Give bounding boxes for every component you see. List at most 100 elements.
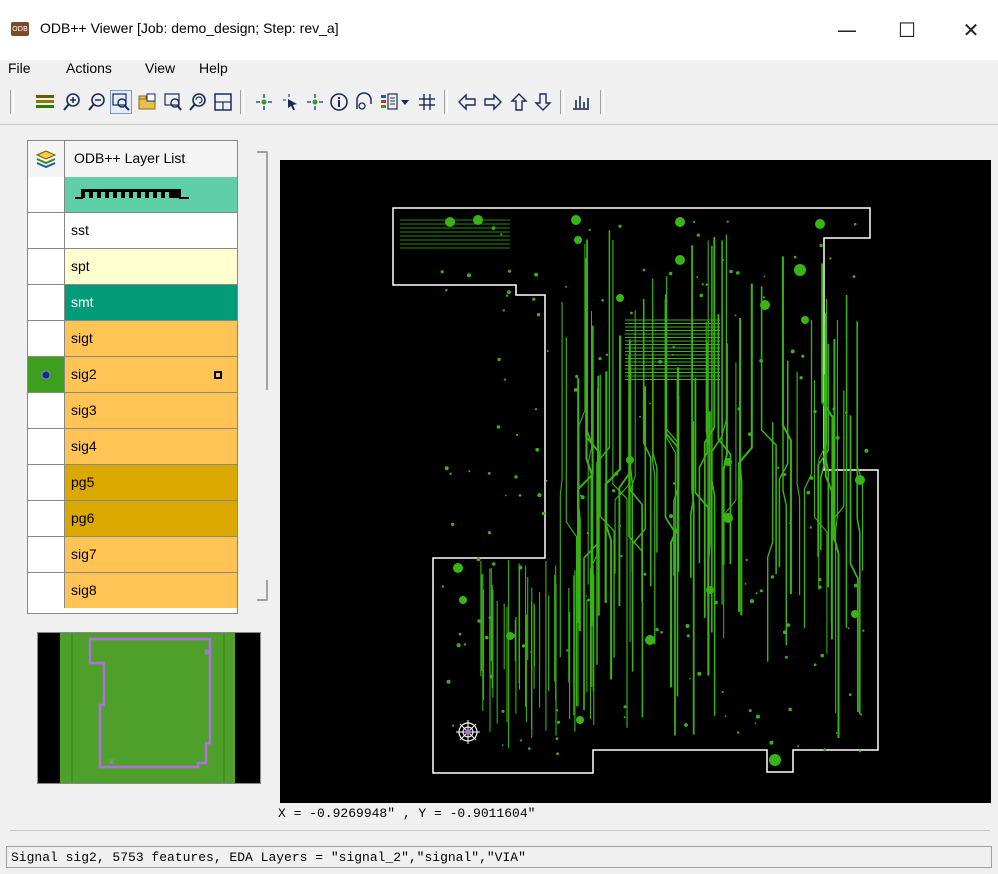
zoom-in-button[interactable] <box>61 90 83 114</box>
display-options-dropdown[interactable] <box>398 90 412 114</box>
minimize-button[interactable]: — <box>824 12 870 48</box>
layer-toggle-cell[interactable] <box>28 393 65 428</box>
layers-button[interactable] <box>34 90 56 114</box>
layer-name: sigt <box>71 330 93 346</box>
layer-color-cell[interactable] <box>65 249 237 284</box>
layer-toggle-cell[interactable] <box>28 429 65 464</box>
layer-row-sig8[interactable]: sig8 <box>28 573 237 609</box>
layer-name: smt <box>71 294 94 310</box>
toolbar-divider <box>0 124 998 125</box>
layer-list-header: ODB++ Layer List <box>28 141 237 178</box>
layer-stack-button[interactable] <box>28 141 65 177</box>
pan-right-icon <box>484 93 502 111</box>
layer-toggle-cell[interactable] <box>28 249 65 284</box>
layer-toggle-cell[interactable] <box>28 573 65 608</box>
title-bar: ODB ODB++ Viewer [Job: demo_design; Step… <box>0 0 998 60</box>
info-icon <box>330 93 348 111</box>
layers-icon <box>36 95 54 108</box>
zoom-window-icon <box>112 93 130 111</box>
layer-toggle-cell[interactable] <box>28 537 65 572</box>
layer-row-sig2[interactable]: sig2 <box>28 357 237 393</box>
net-select-button[interactable] <box>304 90 326 114</box>
overview-outline: ✕ <box>71 633 225 783</box>
component-strip-icon <box>75 189 189 199</box>
layer-list-scrollbar[interactable] <box>255 140 269 612</box>
pointer-select-button[interactable] <box>280 90 302 114</box>
pcb-layout[interactable] <box>280 160 991 803</box>
grid-frame-button[interactable] <box>212 90 234 114</box>
dropdown-arrow-icon <box>401 100 409 105</box>
measure-button[interactable] <box>353 90 375 114</box>
pan-down-button[interactable] <box>532 90 554 114</box>
layer-row-sst[interactable]: sst <box>28 213 237 249</box>
menu-help[interactable]: Help <box>199 60 228 76</box>
zoom-window-button[interactable] <box>110 90 132 114</box>
info-button[interactable] <box>328 90 350 114</box>
pointer-select-icon <box>283 94 297 110</box>
layer-row-pg6[interactable]: pg6 <box>28 501 237 537</box>
layer-options-icon[interactable] <box>214 371 222 379</box>
layer-toggle-cell[interactable] <box>28 321 65 356</box>
layer-toggle-cell[interactable] <box>28 285 65 320</box>
coordinate-readout: X = -0.9269948" , Y = -0.9011604" <box>278 806 536 821</box>
zoom-in-icon <box>63 93 80 111</box>
layer-row-sigt[interactable]: sigt <box>28 321 237 357</box>
pan-up-button[interactable] <box>508 90 530 114</box>
zoom-previous-icon <box>189 93 206 111</box>
scrollbar-track[interactable] <box>255 140 269 612</box>
histogram-button[interactable] <box>570 90 592 114</box>
maximize-icon: ☐ <box>898 18 916 42</box>
layer-color-cell[interactable] <box>65 177 237 212</box>
layer-row-spt[interactable]: spt <box>28 249 237 285</box>
select-button[interactable] <box>253 90 275 114</box>
board-overview[interactable]: ✕ <box>37 632 261 784</box>
close-button[interactable]: ✕ <box>948 12 994 48</box>
board-outline <box>392 207 879 774</box>
maximize-button[interactable]: ☐ <box>884 12 930 48</box>
close-icon: ✕ <box>962 18 980 42</box>
grid-button[interactable] <box>416 90 438 114</box>
svg-text:✕: ✕ <box>108 758 116 768</box>
layer-toggle-cell[interactable] <box>28 213 65 248</box>
window-title: ODB++ Viewer [Job: demo_design; Step: re… <box>40 20 339 36</box>
layer-row-smt[interactable]: smt <box>28 285 237 321</box>
display-options-icon <box>381 93 398 110</box>
layer-color-cell[interactable] <box>65 213 237 248</box>
layer-toggle-cell[interactable] <box>28 177 65 212</box>
menu-file[interactable]: File <box>8 60 31 76</box>
net-select-icon <box>307 94 323 110</box>
trace-group <box>400 219 864 749</box>
layer-name: sig2 <box>71 366 97 382</box>
layer-stack-icon <box>35 150 57 169</box>
layer-name: spt <box>71 258 90 274</box>
toolbar-grip <box>10 90 14 114</box>
layer-row-sig3[interactable]: sig3 <box>28 393 237 429</box>
pan-right-button[interactable] <box>482 90 504 114</box>
status-bar: Signal sig2, 5753 features, EDA Layers =… <box>6 846 992 868</box>
zoom-out-button[interactable] <box>86 90 108 114</box>
display-options-button[interactable] <box>378 90 400 114</box>
open-folder-button[interactable] <box>136 90 158 114</box>
pan-left-button[interactable] <box>456 90 478 114</box>
menu-actions[interactable]: Actions <box>66 60 112 76</box>
layer-toggle-cell[interactable] <box>28 501 65 536</box>
zoom-fit-button[interactable] <box>162 90 184 114</box>
zoom-previous-button[interactable] <box>187 90 209 114</box>
menu-view[interactable]: View <box>145 60 175 76</box>
layer-list-title: ODB++ Layer List <box>74 150 186 166</box>
layer-row-sig7[interactable]: sig7 <box>28 537 237 573</box>
app-icon: ODB <box>11 22 29 36</box>
pan-up-icon <box>510 93 528 111</box>
layer-toggle-cell[interactable] <box>28 465 65 500</box>
active-layer-dot-icon <box>41 370 51 380</box>
toolbar-separator <box>600 90 604 114</box>
layer-list: ODB++ Layer List sst spt smt sigt sig2 s… <box>27 140 238 614</box>
layer-toggle-cell[interactable] <box>28 357 65 392</box>
layer-row-pg5[interactable]: pg5 <box>28 465 237 501</box>
measure-icon <box>356 92 372 110</box>
layer-name: sig4 <box>71 438 97 454</box>
pcb-canvas[interactable] <box>280 160 991 803</box>
layer-name: sig7 <box>71 546 97 562</box>
layer-row-sig4[interactable]: sig4 <box>28 429 237 465</box>
layer-row-components[interactable] <box>28 177 237 213</box>
